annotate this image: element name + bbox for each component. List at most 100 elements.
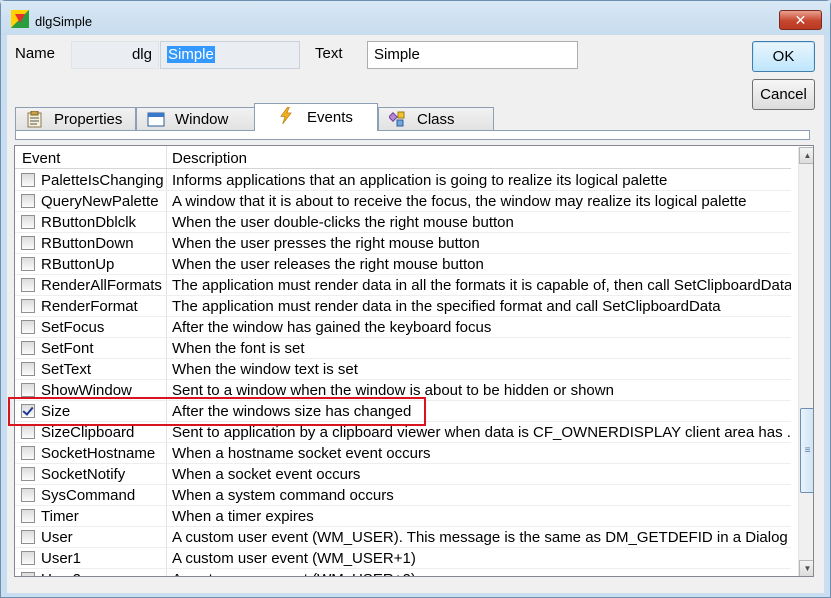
table-row[interactable]: PaletteIsChanging Informs applications th… <box>15 170 791 191</box>
event-checkbox[interactable] <box>21 278 35 292</box>
event-description: A custom user event (WM_USER+2) <box>172 571 791 576</box>
event-description: A custom user event (WM_USER). This mess… <box>172 529 788 546</box>
table-row[interactable]: User A custom user event (WM_USER). This … <box>15 527 791 548</box>
text-input[interactable]: Simple <box>367 41 578 69</box>
table-row[interactable]: RenderAllFormats The application must ren… <box>15 275 791 296</box>
table-row[interactable]: SetFocus After the window has gained the … <box>15 317 791 338</box>
event-checkbox[interactable] <box>21 341 35 355</box>
table-row[interactable]: RButtonDblclk When the user double-clicks… <box>15 212 791 233</box>
event-description: When the window text is set <box>172 361 358 378</box>
event-name: SizeClipboard <box>41 424 135 441</box>
event-checkbox[interactable] <box>21 299 35 313</box>
event-name: User1 <box>41 550 82 567</box>
name-prefix: dlg <box>71 41 159 69</box>
table-row[interactable]: SysCommand When a system command occurs <box>15 485 791 506</box>
grid-header: Event Description <box>15 146 791 169</box>
vertical-scrollbar[interactable]: ▲ ≡ ▼ <box>798 147 813 576</box>
event-checkbox[interactable] <box>21 362 35 376</box>
column-header-description[interactable]: Description <box>172 150 247 167</box>
event-checkbox[interactable] <box>21 173 35 187</box>
scroll-up-button[interactable]: ▲ <box>799 147 813 164</box>
event-name: User2 <box>41 571 81 576</box>
event-description: A custom user event (WM_USER+1) <box>172 550 416 567</box>
tab-class[interactable]: Class <box>378 107 494 131</box>
event-name: RenderFormat <box>41 298 138 315</box>
table-row[interactable]: QueryNewPalette A window that it is about… <box>15 191 791 212</box>
table-row[interactable]: SetText When the window text is set <box>15 359 791 380</box>
event-name: RButtonDblclk <box>41 214 137 231</box>
lightning-icon <box>280 107 292 124</box>
event-description: When the user presses the right mouse bu… <box>172 235 480 252</box>
text-label: Text <box>315 45 343 62</box>
table-row[interactable]: User2 A custom user event (WM_USER+2) <box>15 569 791 576</box>
table-row[interactable]: RButtonDown When the user presses the rig… <box>15 233 791 254</box>
event-name: SetText <box>41 361 92 378</box>
table-row[interactable]: SocketNotify When a socket event occurs <box>15 464 791 485</box>
tab-events-label: Events <box>307 109 353 126</box>
title-bar[interactable]: dlgSimple ✕ <box>1 1 830 35</box>
event-name: SocketHostname <box>41 445 156 462</box>
event-description: When the user releases the right mouse b… <box>172 256 484 273</box>
event-name: SetFont <box>41 340 94 357</box>
highlight-annotation <box>8 397 426 426</box>
event-checkbox[interactable] <box>21 572 35 576</box>
event-description: A window that it is about to receive the… <box>172 193 747 210</box>
table-row[interactable]: SocketHostname When a hostname socket eve… <box>15 443 791 464</box>
event-description: Sent to application by a clipboard viewe… <box>172 424 791 441</box>
column-header-event[interactable]: Event <box>22 150 60 167</box>
dialog-client: Name dlg Simple Text Simple OK Cancel Pr… <box>7 35 824 593</box>
tab-window-label: Window <box>175 111 229 128</box>
event-checkbox[interactable] <box>21 257 35 271</box>
table-row[interactable]: Timer When a timer expires <box>15 506 791 527</box>
event-description: After the window has gained the keyboard… <box>172 319 492 336</box>
event-description: Informs applications that an application… <box>172 172 668 189</box>
tab-panel <box>15 130 810 140</box>
properties-icon <box>27 111 42 128</box>
arrow-up-icon: ▲ <box>803 151 812 160</box>
event-name: RButtonDown <box>41 235 134 252</box>
event-checkbox[interactable] <box>21 425 35 439</box>
events-grid: Event Description PaletteIsChanging Infor… <box>14 145 814 577</box>
event-checkbox[interactable] <box>21 509 35 523</box>
arrow-down-icon: ▼ <box>803 564 812 573</box>
event-description: When a timer expires <box>172 508 314 525</box>
event-name: SocketNotify <box>41 466 126 483</box>
event-checkbox[interactable] <box>21 236 35 250</box>
event-checkbox[interactable] <box>21 446 35 460</box>
cancel-button[interactable]: Cancel <box>752 79 815 110</box>
table-row[interactable]: RButtonUp When the user releases the righ… <box>15 254 791 275</box>
tab-window[interactable]: Window <box>136 107 255 131</box>
event-name: PaletteIsChanging <box>41 172 164 189</box>
event-checkbox[interactable] <box>21 551 35 565</box>
table-row[interactable]: RenderFormat The application must render … <box>15 296 791 317</box>
name-input[interactable]: Simple <box>160 41 300 69</box>
table-row[interactable]: SetFont When the font is set <box>15 338 791 359</box>
name-label: Name <box>15 45 56 62</box>
ok-button[interactable]: OK <box>752 41 815 72</box>
event-checkbox[interactable] <box>21 530 35 544</box>
event-checkbox[interactable] <box>21 320 35 334</box>
event-name: RButtonUp <box>41 256 115 273</box>
event-checkbox[interactable] <box>21 488 35 502</box>
tab-events[interactable]: Events <box>254 103 378 131</box>
scroll-down-button[interactable]: ▼ <box>799 560 813 576</box>
event-checkbox[interactable] <box>21 383 35 397</box>
close-button[interactable]: ✕ <box>779 10 822 30</box>
tab-properties[interactable]: Properties <box>15 107 136 131</box>
tab-class-label: Class <box>417 111 455 128</box>
event-description: When a hostname socket event occurs <box>172 445 431 462</box>
dialog-window: dlgSimple ✕ Name dlg Simple Text Simple … <box>0 0 831 598</box>
scroll-thumb[interactable]: ≡ <box>800 408 813 493</box>
table-row[interactable]: User1 A custom user event (WM_USER+1) <box>15 548 791 569</box>
event-name: SysCommand <box>41 487 136 504</box>
app-icon <box>11 10 29 28</box>
grip-icon: ≡ <box>804 445 811 456</box>
event-name: User <box>41 529 73 546</box>
class-icon <box>389 111 405 127</box>
event-checkbox[interactable] <box>21 194 35 208</box>
close-icon: ✕ <box>794 12 807 28</box>
event-checkbox[interactable] <box>21 467 35 481</box>
event-name: QueryNewPalette <box>41 193 159 210</box>
window-title: dlgSimple <box>35 14 93 29</box>
event-checkbox[interactable] <box>21 215 35 229</box>
